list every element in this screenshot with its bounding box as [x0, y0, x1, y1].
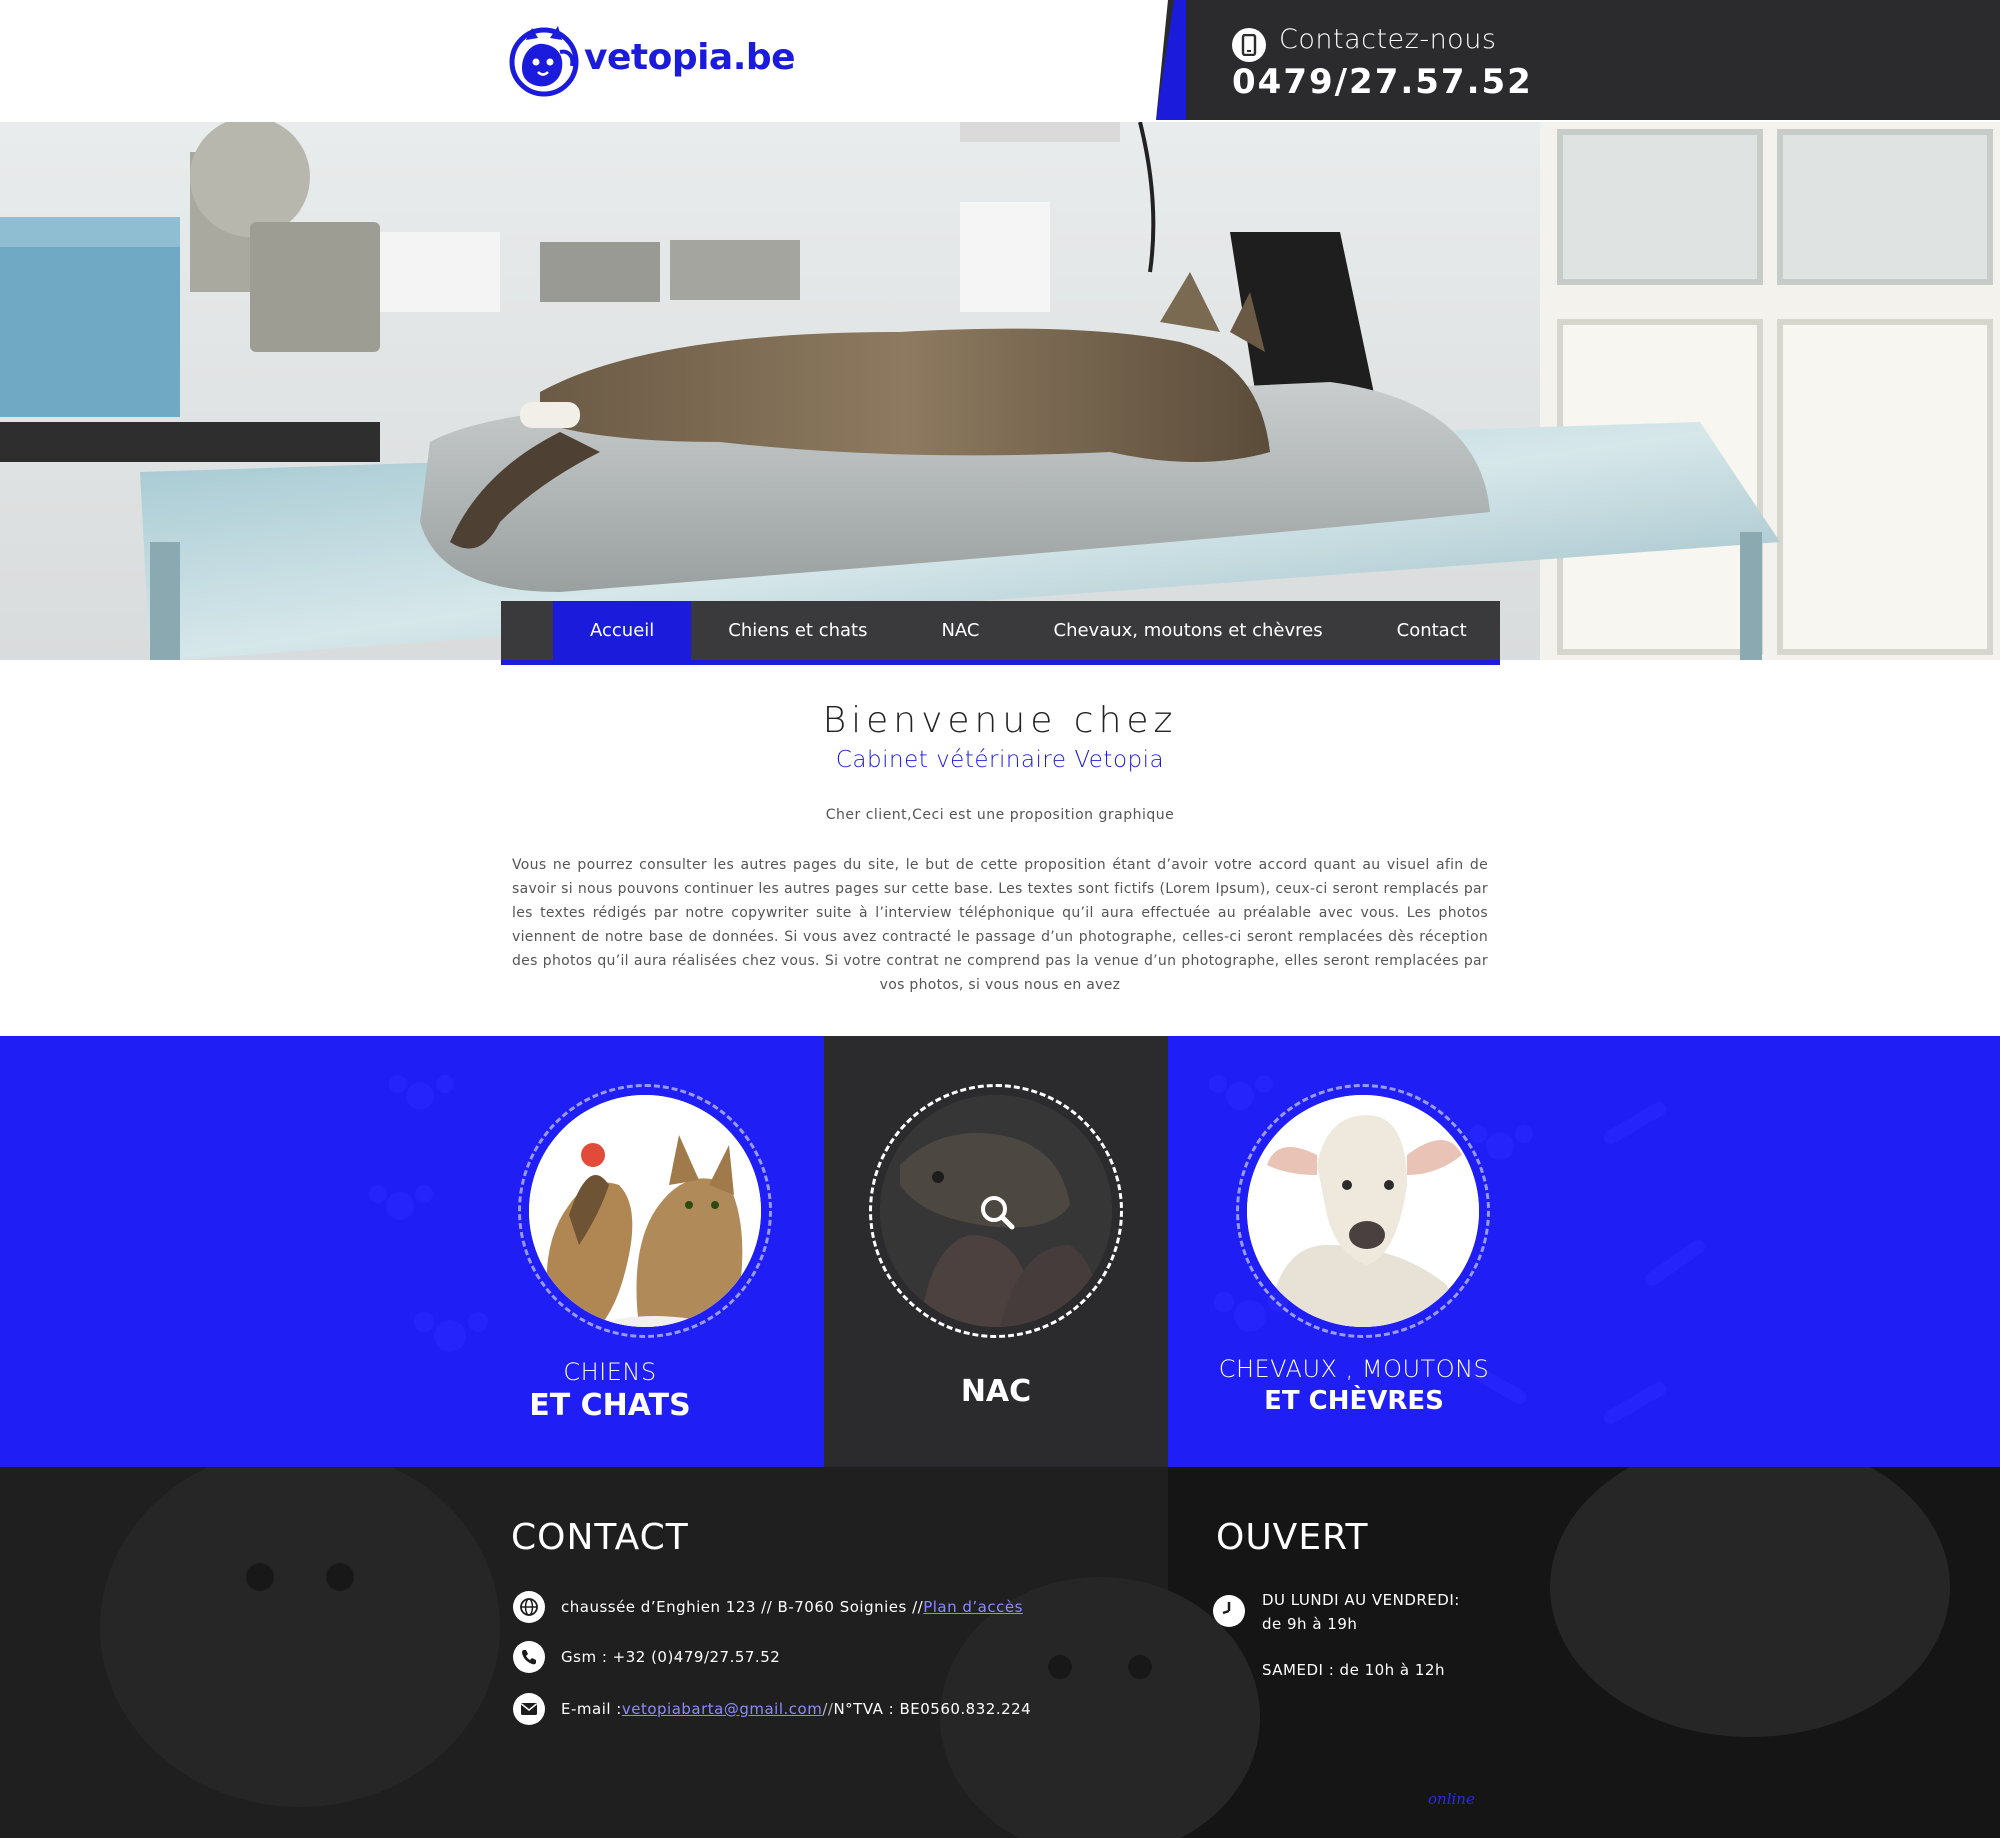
- nav-item-chevaux-moutons-chevres[interactable]: Chevaux, moutons et chèvres: [1017, 601, 1360, 660]
- contact-address: chaussée d’Enghien 123 // B-7060 Soignie…: [561, 1598, 924, 1616]
- header-slant-accent: [1156, 0, 1186, 120]
- contact-email-label: E-mail :: [561, 1700, 622, 1718]
- nav-item-chiens-et-chats[interactable]: Chiens et chats: [691, 601, 904, 660]
- header-contact-box: Contactez-nous 0479/27.57.52: [1156, 0, 2000, 120]
- category-nac[interactable]: NAC: [824, 1036, 1168, 1467]
- contact-vat: N°TVA : BE0560.832.224: [833, 1700, 1032, 1718]
- hours-title: OUVERT: [1216, 1517, 1369, 1558]
- mobile-phone-icon: [1232, 28, 1266, 62]
- contact-address-row: chaussée d’Enghien 123 // B-7060 Soignie…: [513, 1591, 1023, 1623]
- welcome-section: Bienvenue chez Cabinet vétérinaire Vetop…: [500, 700, 1500, 997]
- nav-item-accueil[interactable]: Accueil: [553, 601, 692, 660]
- clock-icon: [1213, 1595, 1245, 1631]
- nav-underline: [501, 660, 1500, 665]
- category-chevaux-moutons-chevres[interactable]: CHEVAUX , MOUTONS ET CHÈVRES: [1154, 1036, 1554, 1467]
- site-footer: CONTACT chaussée d’Enghien 123 // B-7060…: [0, 1467, 2000, 1838]
- nav-item-nac[interactable]: NAC: [904, 601, 1016, 660]
- hero-slider: [0, 122, 2000, 660]
- contact-vat-separator: //: [822, 1700, 834, 1718]
- globe-icon: [513, 1591, 545, 1623]
- search-icon[interactable]: [977, 1192, 1017, 1232]
- welcome-body: Vous ne pourrez consulter les autres pag…: [512, 857, 1488, 993]
- welcome-intro: Cher client,Ceci est une proposition gra…: [825, 807, 1175, 823]
- contact-gsm-row: Gsm : +32 (0)479/27.57.52: [513, 1641, 780, 1673]
- contact-title: CONTACT: [511, 1517, 689, 1558]
- hours-saturday: SAMEDI : de 10h à 12h: [1262, 1661, 1445, 1679]
- phone-icon: [513, 1641, 545, 1673]
- site-logo[interactable]: vetopia.be: [508, 20, 796, 100]
- contact-gsm[interactable]: Gsm : +32 (0)479/27.57.52: [561, 1648, 780, 1666]
- hours-weekday: DU LUNDI AU VENDREDI: de 9h à 19h: [1262, 1588, 1460, 1636]
- hours-weekday-times: de 9h à 19h: [1262, 1615, 1358, 1633]
- welcome-subtitle: Cabinet vétérinaire Vetopia: [835, 747, 1165, 773]
- contact-label: Contactez-nous: [1279, 24, 1497, 55]
- hero-image-vet-cat: [0, 122, 2000, 660]
- main-nav: Accueil Chiens et chats NAC Chevaux, mou…: [501, 601, 1500, 660]
- category-label-line2: ET CHÈVRES: [1264, 1386, 1444, 1416]
- category-label-line1: CHIENS: [563, 1358, 657, 1386]
- category-chiens-et-chats[interactable]: CHIENS ET CHATS: [410, 1036, 810, 1467]
- category-image-frame: [869, 1084, 1123, 1338]
- categories-section: CHIENS ET CHATS NAC CHEVAUX , MOUTONS ET…: [0, 1036, 2000, 1467]
- category-label-line1: CHEVAUX , MOUTONS: [1218, 1355, 1490, 1383]
- email-icon: [513, 1693, 545, 1725]
- dog-cat-photo-icon: [529, 1095, 761, 1327]
- category-image-frame: [1236, 1084, 1490, 1338]
- hours-weekday-label: DU LUNDI AU VENDREDI:: [1262, 1591, 1460, 1609]
- contact-phone-number[interactable]: 0479/27.57.52: [1232, 62, 1533, 102]
- footer-dogs-background: [0, 1467, 2000, 1838]
- welcome-title: Bienvenue chez: [822, 700, 1178, 741]
- category-label-line2: NAC: [960, 1374, 1032, 1409]
- map-access-link[interactable]: Plan d’accès: [923, 1598, 1023, 1616]
- nav-item-contact[interactable]: Contact: [1360, 601, 1504, 660]
- logo-pets-icon: [508, 22, 580, 98]
- contact-email-row: E-mail : vetopiabarta@gmail.com // N°TVA…: [513, 1693, 1031, 1725]
- category-label-line2: ET CHATS: [529, 1388, 691, 1423]
- lamb-photo-icon: [1247, 1095, 1479, 1327]
- logo-text: vetopia.be: [584, 36, 796, 78]
- category-image-frame: [518, 1084, 772, 1338]
- designer-signature[interactable]: online: [1428, 1790, 1475, 1808]
- site-header: vetopia.be Contactez-nous 0479/27.57.52: [0, 0, 2000, 122]
- contact-email-link[interactable]: vetopiabarta@gmail.com: [622, 1700, 822, 1718]
